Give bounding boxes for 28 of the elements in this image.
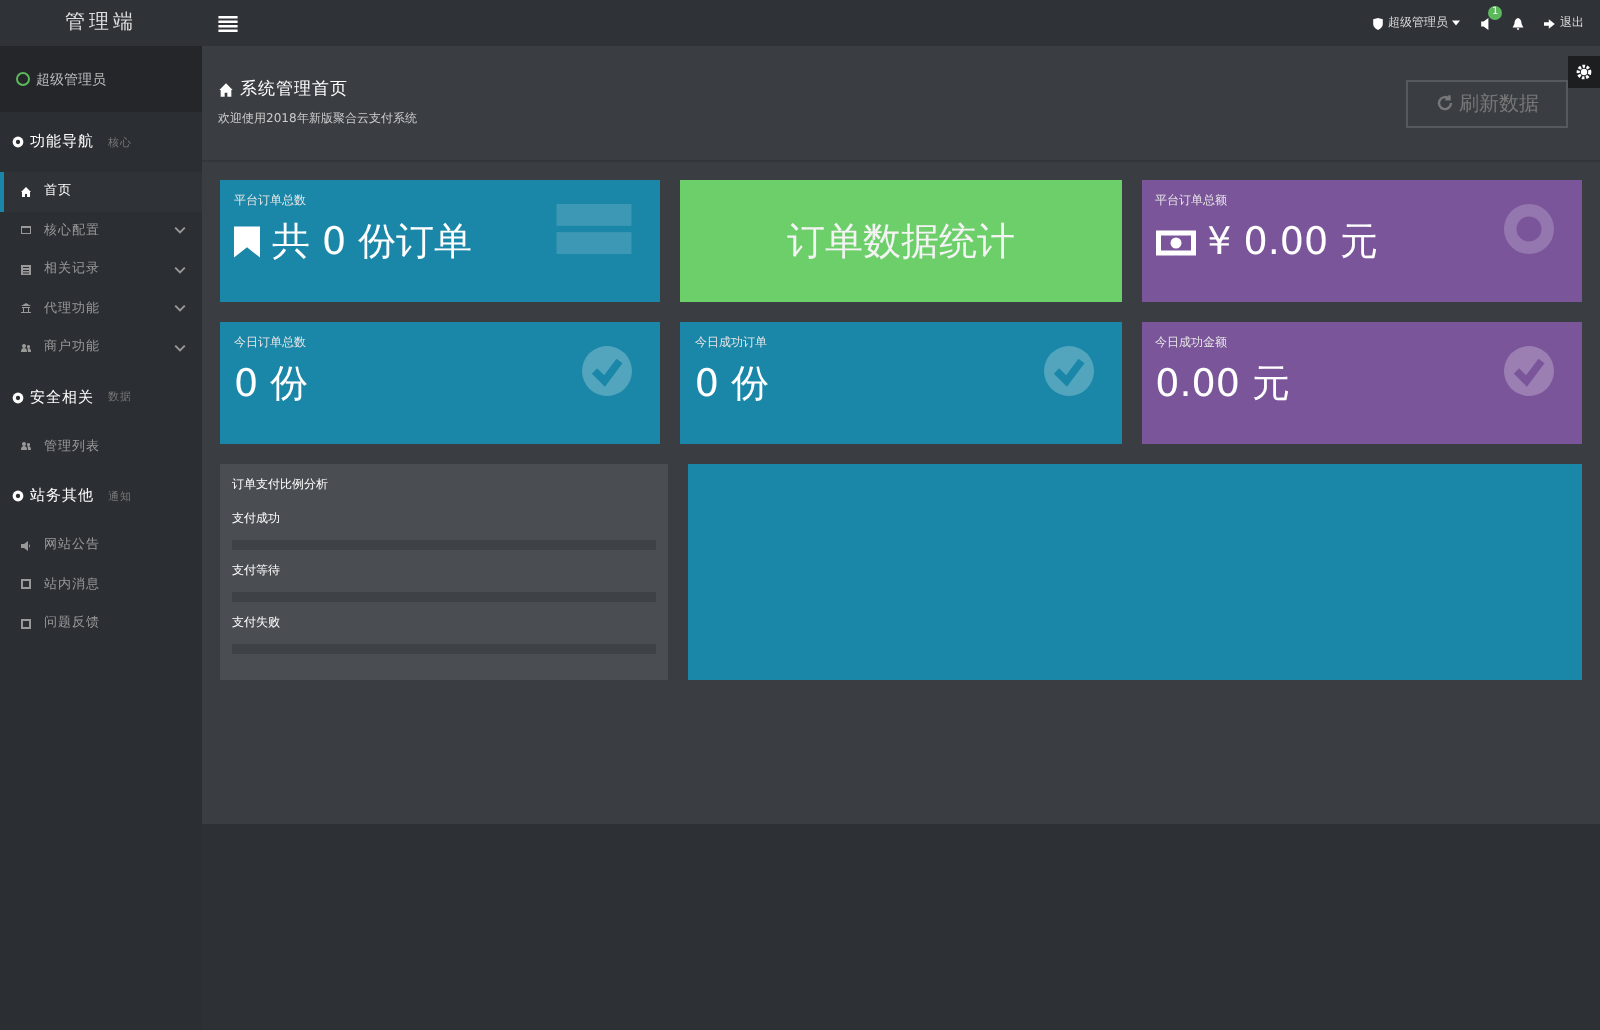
- home-icon: [20, 185, 32, 198]
- banknote-icon: [1155, 229, 1196, 255]
- page-title: 系统管理首页: [240, 78, 348, 102]
- home-icon: [218, 82, 234, 98]
- menu-icon[interactable]: [218, 15, 238, 31]
- card-value: 0 份: [694, 360, 769, 410]
- users-icon: [20, 341, 32, 354]
- bell-icon[interactable]: [1512, 17, 1524, 29]
- card-value: 0.00 元: [1155, 360, 1291, 410]
- caret-icon: [1452, 20, 1460, 26]
- speaker-icon[interactable]: [1480, 17, 1492, 29]
- users-icon: [20, 440, 32, 453]
- refresh-icon: [1435, 94, 1453, 112]
- credit-card-icon: [556, 204, 633, 254]
- check-icon: [582, 346, 633, 396]
- lifebuoy-icon: [1503, 204, 1554, 254]
- bookmark-icon: [234, 226, 260, 258]
- card-value: 0 份: [234, 360, 309, 410]
- exit-icon: [1544, 17, 1556, 29]
- brand-title: 管理端: [0, 0, 202, 46]
- speaker-icon: [20, 539, 32, 552]
- shield-icon: [1372, 17, 1384, 29]
- card-value: ¥ 0.00 元: [1207, 218, 1379, 268]
- check-icon: [1043, 346, 1094, 396]
- settings-button[interactable]: [1568, 56, 1600, 88]
- building-icon: [20, 302, 32, 315]
- check-icon: [1503, 346, 1554, 396]
- card-value: 共 0 份订单: [272, 218, 473, 268]
